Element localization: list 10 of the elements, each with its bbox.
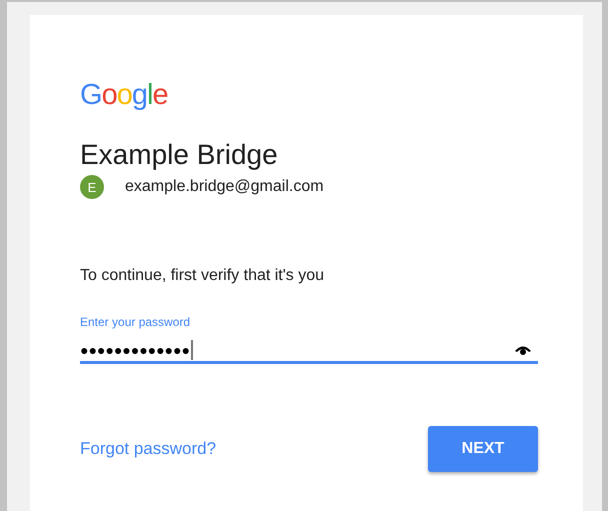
account-email: example.bridge@gmail.com [125, 178, 324, 196]
account-name: Example Bridge [80, 138, 278, 172]
prompt-text: To continue, first verify that it's you [80, 267, 324, 285]
forgot-password-link[interactable]: Forgot password? [80, 439, 216, 459]
avatar: E [80, 175, 104, 199]
next-button[interactable]: NEXT [428, 426, 538, 472]
field-label: Enter your password [80, 315, 190, 329]
logo: Google [80, 78, 168, 112]
password-field[interactable]: ●●●●●●●●●●●●● [80, 340, 538, 364]
eye-icon[interactable] [514, 344, 532, 356]
